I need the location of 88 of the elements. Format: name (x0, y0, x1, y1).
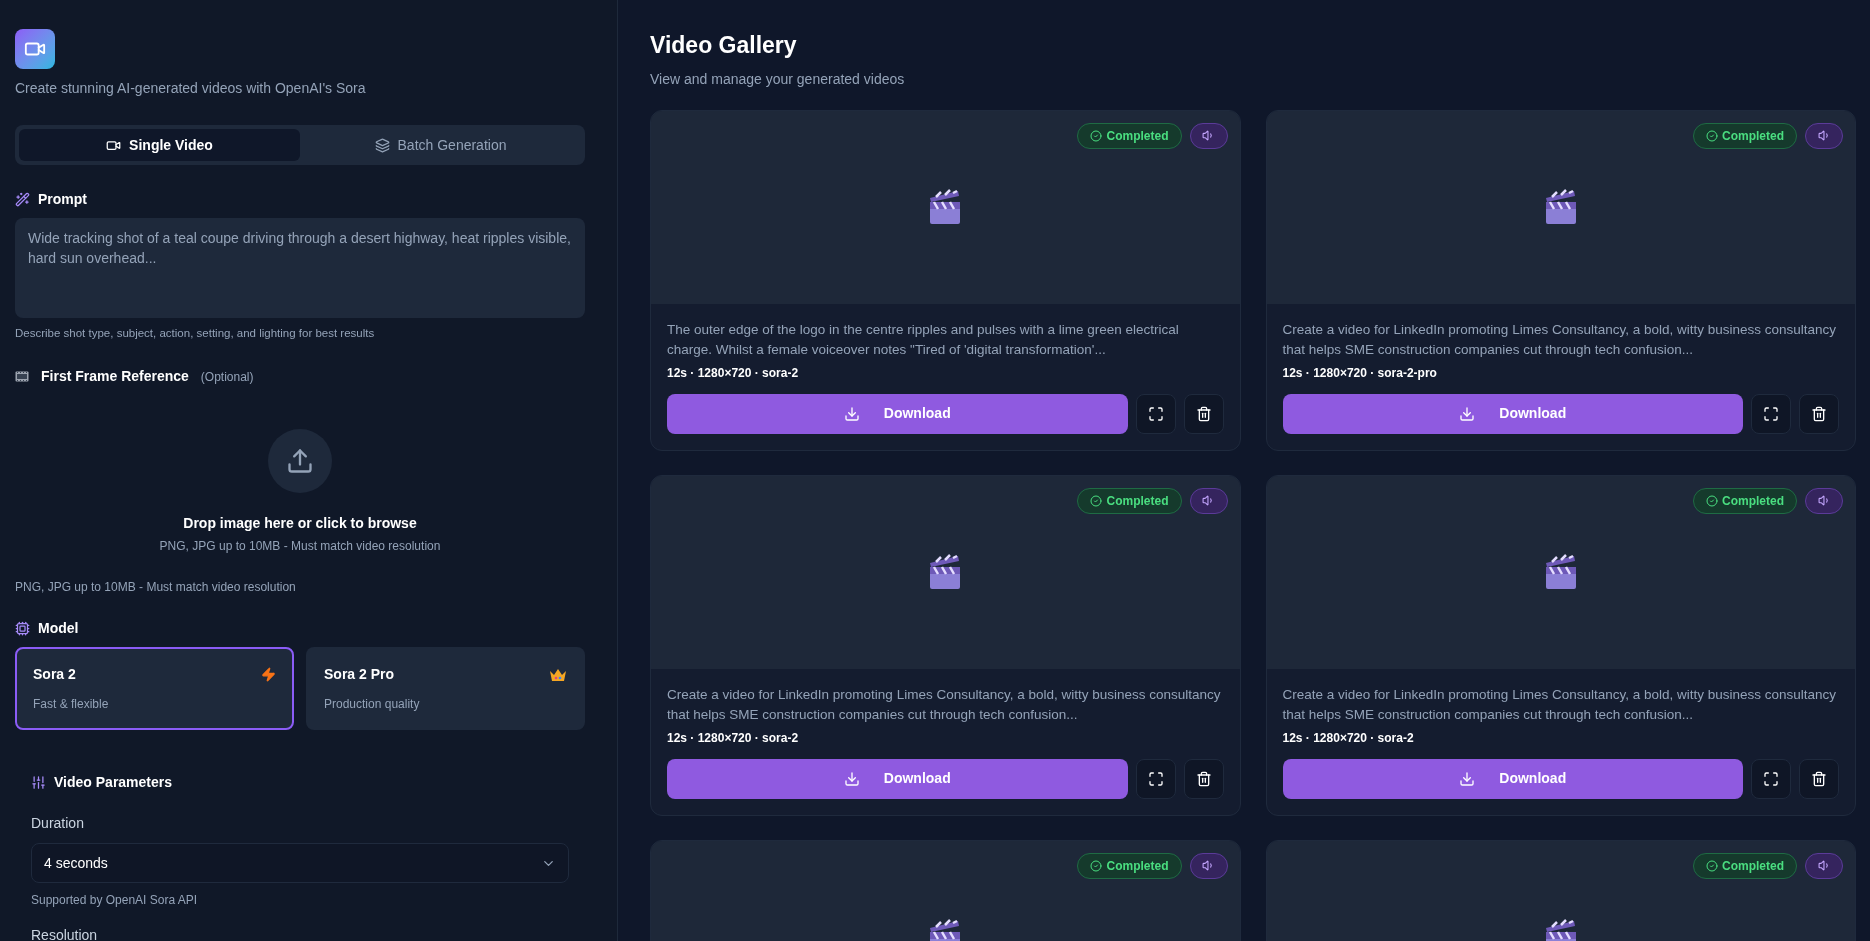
trash-icon (1195, 405, 1212, 422)
trash-icon (1811, 770, 1827, 787)
model-option[interactable]: Sora 2 Fast & flexible (15, 647, 294, 731)
delete-button[interactable] (1799, 758, 1839, 799)
mode-tab[interactable]: Single Video (19, 129, 300, 161)
speaker-icon (1202, 859, 1215, 872)
model-name: Sora 2 (33, 665, 76, 685)
delete-button[interactable] (1183, 758, 1224, 799)
speaker-icon (1817, 494, 1831, 507)
video-parameters-title: Video Parameters (54, 773, 173, 793)
magic-wand-icon (15, 192, 30, 207)
status-badge: Completed (1077, 852, 1182, 879)
download-icon (1459, 405, 1476, 422)
trash-icon (1811, 405, 1827, 422)
clapperboard-icon (1543, 553, 1578, 591)
download-icon (1459, 770, 1476, 787)
layers-icon (374, 137, 390, 153)
app-tagline: Create stunning AI-generated videos with OpenAI's Sora (15, 79, 367, 98)
speaker-icon (1817, 129, 1831, 142)
fullscreen-icon (1763, 405, 1779, 422)
delete-button[interactable] (1799, 393, 1839, 434)
video-description: Create a video for LinkedIn promoting Limes Consultancy, a bold, witty business consultancy that helps SME construction companies cut through tech confusion... (1282, 685, 1838, 724)
first-frame-label: First Frame Reference (41, 367, 189, 387)
sliders-icon (31, 775, 46, 791)
prompt-label: Prompt (38, 190, 87, 209)
optional-label: (Optional) (200, 368, 254, 386)
delete-button[interactable] (1183, 393, 1224, 434)
model-description: Production quality (324, 696, 421, 714)
fullscreen-button[interactable] (1135, 393, 1176, 434)
download-button[interactable]: Download (667, 758, 1128, 799)
mode-tab[interactable]: Batch Generation (300, 129, 581, 161)
download-button[interactable]: Download (1282, 758, 1743, 799)
model-name: Sora 2 Pro (324, 665, 395, 685)
download-button[interactable]: Download (667, 393, 1128, 434)
model-option[interactable]: Sora 2 Pro Production quality (306, 647, 585, 731)
prompt-hint: Describe shot type, subject, action, setting, and lighting for best results (15, 326, 376, 341)
crown-icon (549, 667, 567, 682)
first-frame-hint: PNG, JPG up to 10MB - Must match video resolution (15, 579, 297, 597)
status-badge: Completed (1077, 487, 1182, 514)
clapperboard-icon (1543, 188, 1578, 226)
gallery-subtitle: View and manage your generated videos (650, 69, 906, 89)
video-meta: 12s · 1280×720 · sora-2 (667, 729, 800, 747)
trash-icon (1195, 770, 1212, 787)
clapperboard-icon (928, 188, 963, 226)
drop-title: Drop image here or click to browse (183, 514, 417, 534)
video-description: Create a video for LinkedIn promoting Limes Consultancy, a bold, witty business consultancy that helps SME construction companies cut through tech confusion... (1282, 320, 1838, 359)
fullscreen-button[interactable] (1751, 393, 1791, 434)
speaker-icon (1202, 129, 1215, 142)
video-description: Create a video for LinkedIn promoting Limes Consultancy, a bold, witty business consultancy that helps SME construction companies cut through tech confusion... (667, 685, 1222, 724)
duration-label: Duration (31, 814, 85, 834)
model-description: Fast & flexible (33, 696, 110, 714)
download-icon (843, 770, 860, 787)
fullscreen-button[interactable] (1751, 758, 1791, 799)
fullscreen-icon (1147, 770, 1164, 787)
clapperboard-icon (928, 553, 963, 591)
check-circle-icon (1090, 129, 1103, 142)
drop-hint: PNG, JPG up to 10MB - Must match video resolution (159, 538, 441, 556)
resolution-label: Resolution (31, 926, 99, 941)
status-badge: Completed (1693, 487, 1797, 514)
duration-hint: Supported by OpenAI Sora API (31, 892, 199, 910)
status-badge: Completed (1693, 852, 1797, 879)
fullscreen-button[interactable] (1135, 758, 1176, 799)
model-label: Model (38, 619, 79, 639)
video-meta: 12s · 1280×720 · sora-2-pro (1282, 364, 1438, 382)
upload-icon (286, 447, 314, 476)
film-frame-icon (15, 371, 29, 383)
gallery-title: Video Gallery (650, 31, 798, 60)
prompt-field[interactable]: Wide tracking shot of a teal coupe driving through a desert highway, heat ripples visible, hard sun overhead... (15, 218, 585, 318)
check-circle-icon (1706, 859, 1718, 872)
video-description: The outer edge of the logo in the centre ripples and pulses with a lime green electrical charge. Whilst a female voiceover notes "Tired of 'digital transformation'... (667, 320, 1180, 359)
check-circle-icon (1090, 859, 1103, 872)
speaker-icon (1817, 859, 1831, 872)
video-meta: 12s · 1280×720 · sora-2 (1282, 729, 1415, 747)
status-badge: Completed (1077, 122, 1182, 149)
video-meta: 12s · 1280×720 · sora-2 (667, 364, 800, 382)
lightning-icon (261, 667, 276, 683)
download-button[interactable]: Download (1282, 393, 1743, 434)
fullscreen-icon (1763, 770, 1779, 787)
status-badge: Completed (1693, 122, 1797, 149)
check-circle-icon (1706, 494, 1718, 507)
speaker-icon (1202, 494, 1215, 507)
check-circle-icon (1706, 129, 1718, 142)
image-drop-zone[interactable]: Drop image here or click to browse PNG, JPG up to 10MB - Must match video resolution (15, 399, 585, 565)
fullscreen-icon (1147, 405, 1164, 422)
check-circle-icon (1090, 494, 1103, 507)
chip-icon (15, 621, 30, 637)
download-icon (843, 405, 860, 422)
duration-select[interactable]: 4 seconds (31, 843, 569, 884)
